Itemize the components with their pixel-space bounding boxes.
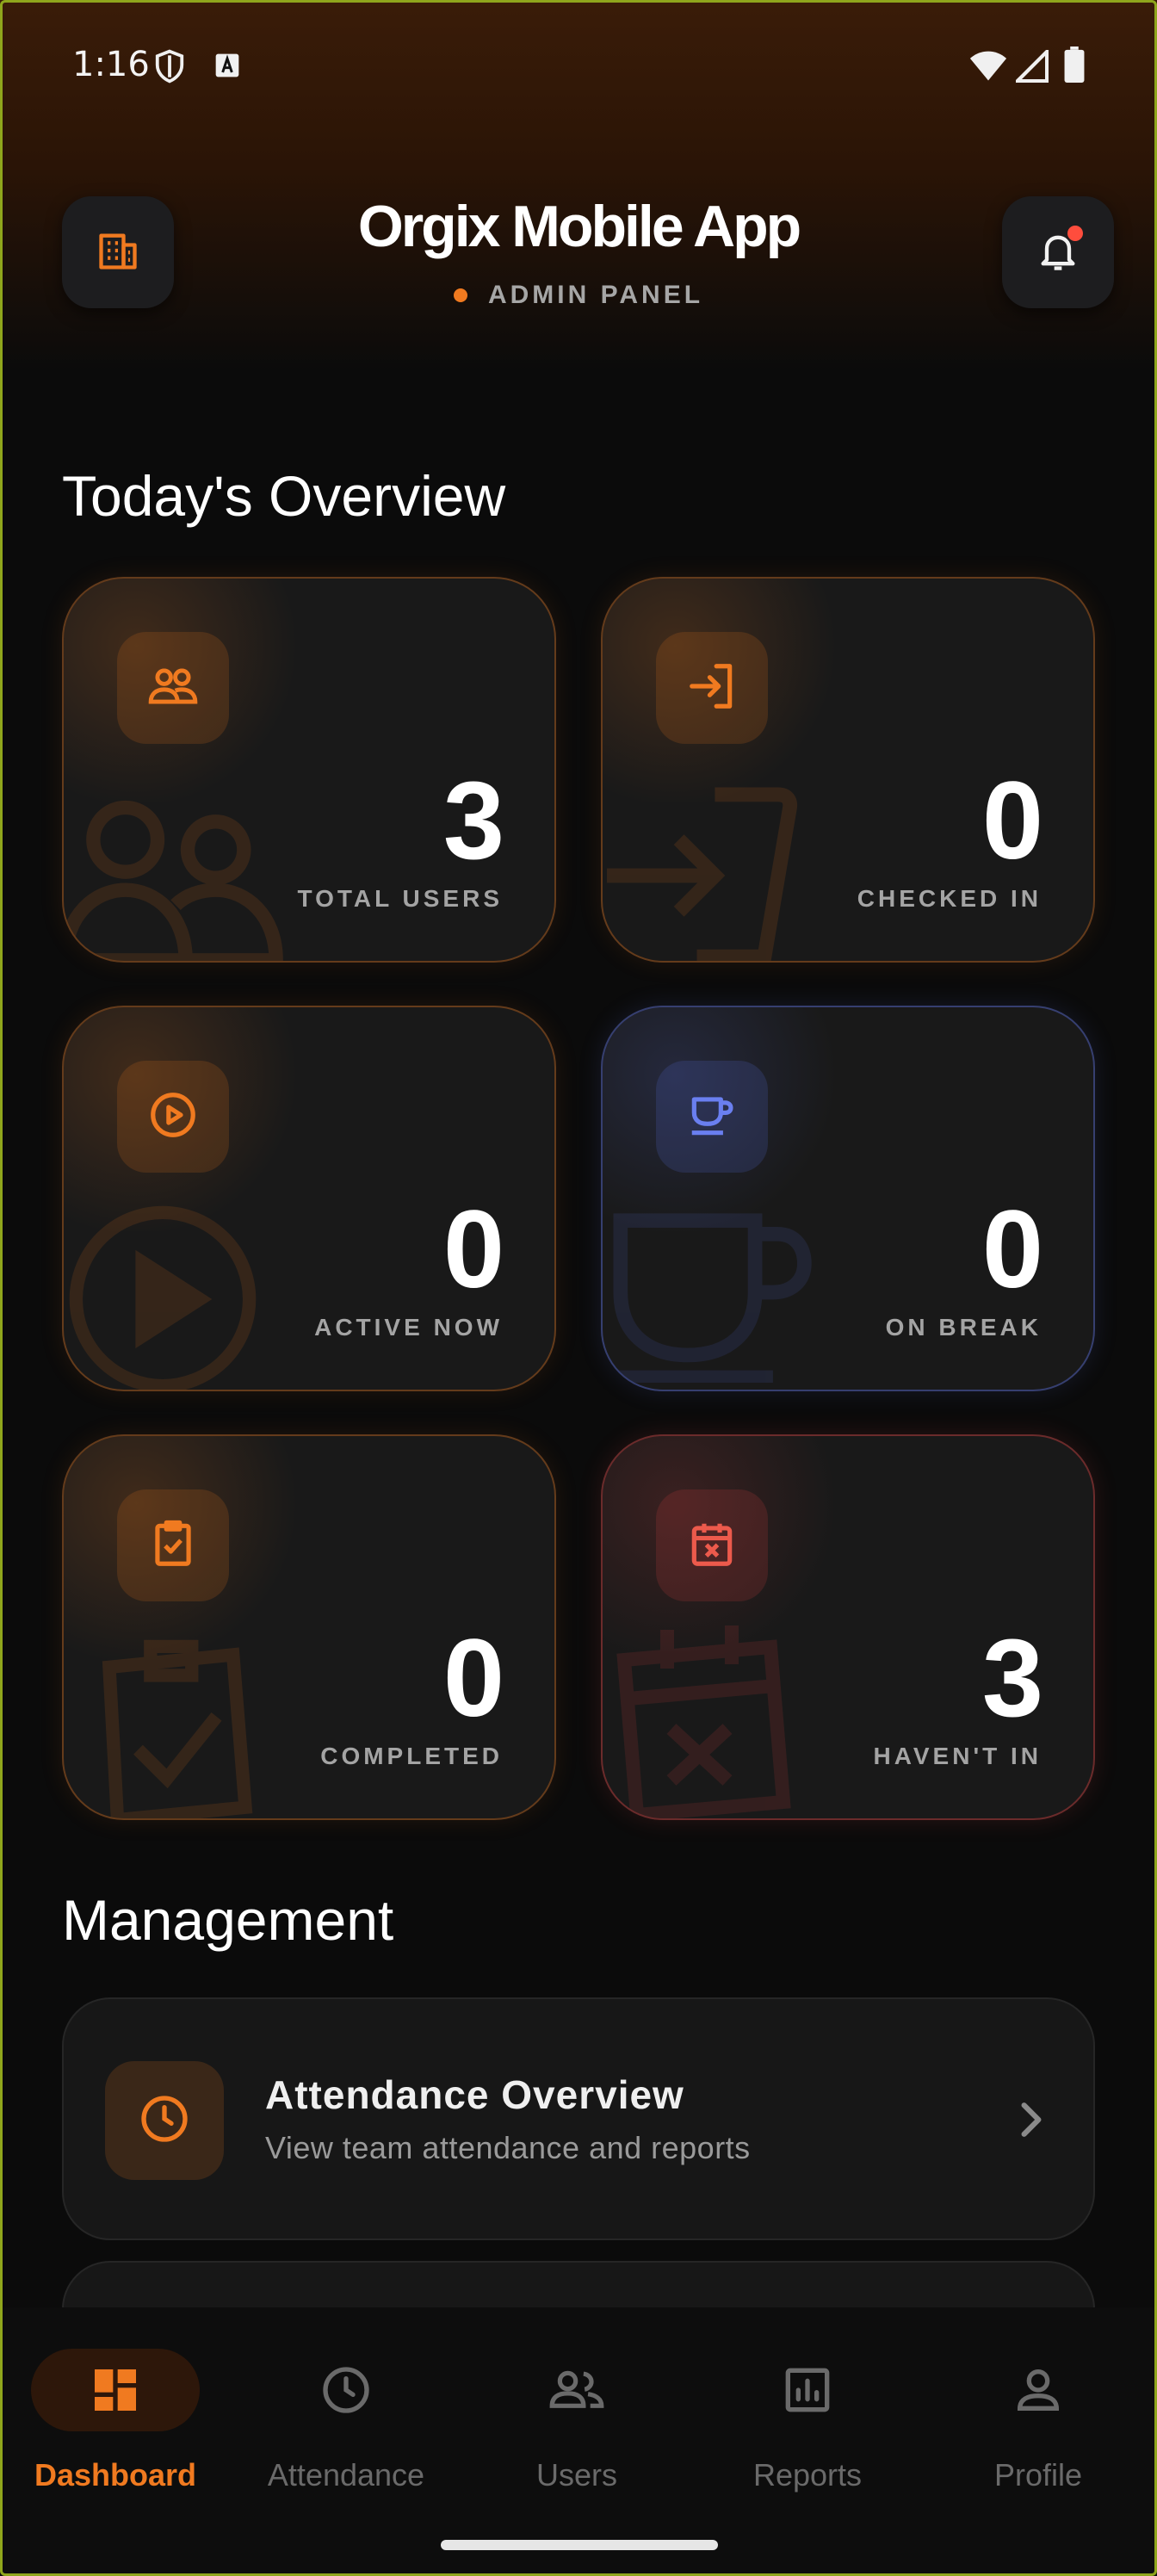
notifications-button[interactable] <box>1002 196 1114 308</box>
card-icon-box <box>656 632 768 744</box>
on-break-value: 0 <box>981 1188 1043 1311</box>
checked-in-card[interactable]: 0 CHECKED IN <box>601 577 1095 963</box>
signal-icon <box>1012 46 1049 87</box>
nav-dashboard-label: Dashboard <box>34 2457 197 2492</box>
chevron-right-icon <box>1014 2096 1049 2148</box>
nav-profile-label: Profile <box>993 2457 1083 2492</box>
checked-in-value: 0 <box>981 759 1043 882</box>
nav-reports[interactable]: Reports <box>692 2349 923 2521</box>
active-now-card[interactable]: 0 ACTIVE NOW <box>62 1006 556 1391</box>
completed-card[interactable]: 0 COMPLETED <box>62 1434 556 1820</box>
nav-icon-wrap <box>923 2362 1154 2422</box>
home-indicator[interactable] <box>441 2540 718 2550</box>
status-dot <box>453 288 467 302</box>
nav-icon-wrap <box>0 2362 231 2422</box>
nav-profile[interactable]: Profile <box>923 2349 1154 2521</box>
nav-reports-label: Reports <box>752 2457 863 2492</box>
play-watermark-icon <box>64 1200 262 1390</box>
app-subtitle: ADMIN PANEL <box>0 281 1157 310</box>
card-icon-box <box>117 1061 229 1173</box>
users-watermark-icon <box>64 777 296 961</box>
shield-status-icon <box>153 48 186 89</box>
dashboard-icon <box>88 2362 143 2422</box>
nav-icon-wrap <box>692 2362 923 2422</box>
clipboard-check-icon <box>146 1517 200 1575</box>
login-icon <box>685 659 739 717</box>
completed-label: COMPLETED <box>320 1743 503 1769</box>
nav-dashboard[interactable]: Dashboard <box>0 2349 231 2521</box>
on-break-label: ON BREAK <box>885 1314 1042 1341</box>
nav-users-label: Users <box>535 2457 617 2492</box>
active-now-label: ACTIVE NOW <box>314 1314 503 1341</box>
nav-attendance[interactable]: Attendance <box>231 2349 461 2521</box>
management-title: Management <box>62 1888 394 1952</box>
total-users-value: 3 <box>442 759 504 882</box>
admin-panel-label: ADMIN PANEL <box>487 281 704 309</box>
checked-in-label: CHECKED IN <box>857 885 1042 912</box>
status-time: 1:16 <box>72 45 150 84</box>
status-bar: 1:16 <box>0 0 1157 138</box>
on-break-card[interactable]: 0 ON BREAK <box>601 1006 1095 1391</box>
calendar-watermark-icon <box>603 1617 801 1818</box>
nav-icon-wrap <box>461 2362 692 2422</box>
attendance-overview-description: View team attendance and reports <box>265 2130 751 2165</box>
item-icon-box <box>105 2061 224 2180</box>
users-icon <box>548 2362 606 2422</box>
havent-in-value: 3 <box>981 1617 1043 1740</box>
wifi-icon <box>969 50 1007 87</box>
card-icon-box <box>656 1061 768 1173</box>
attendance-overview-title: Attendance Overview <box>265 2072 684 2117</box>
total-users-card[interactable]: 3 TOTAL USERS <box>62 577 556 963</box>
bar-chart-icon <box>780 2362 835 2422</box>
coffee-icon <box>685 1088 739 1146</box>
clipboard-watermark-icon <box>72 1634 262 1818</box>
overview-title: Today's Overview <box>62 464 506 528</box>
users-icon <box>146 659 200 717</box>
nav-attendance-label: Attendance <box>267 2457 425 2492</box>
notification-badge <box>1067 226 1083 241</box>
keyboard-status-icon <box>213 52 241 84</box>
login-watermark-icon <box>603 777 818 961</box>
clock-icon <box>319 2362 374 2422</box>
app-title: Orgix Mobile App <box>357 194 801 259</box>
coffee-watermark-icon <box>603 1202 818 1387</box>
card-icon-box <box>117 1489 229 1601</box>
havent-in-label: HAVEN'T IN <box>873 1743 1042 1769</box>
nav-icon-wrap <box>231 2362 461 2422</box>
clock-icon <box>137 2091 192 2151</box>
play-circle-icon <box>146 1088 200 1146</box>
bottom-navigation: Dashboard Attendance Users Reports Profi… <box>0 2307 1157 2576</box>
calendar-x-icon <box>685 1517 739 1575</box>
completed-value: 0 <box>442 1617 504 1740</box>
battery-icon <box>1064 46 1085 87</box>
attendance-overview-item[interactable]: Attendance Overview View team attendance… <box>62 1997 1095 2240</box>
total-users-label: TOTAL USERS <box>297 885 503 912</box>
card-icon-box <box>656 1489 768 1601</box>
card-icon-box <box>117 632 229 744</box>
active-now-value: 0 <box>442 1188 504 1311</box>
nav-users[interactable]: Users <box>461 2349 692 2521</box>
havent-in-card[interactable]: 3 HAVEN'T IN <box>601 1434 1095 1820</box>
person-icon <box>1011 2362 1066 2422</box>
